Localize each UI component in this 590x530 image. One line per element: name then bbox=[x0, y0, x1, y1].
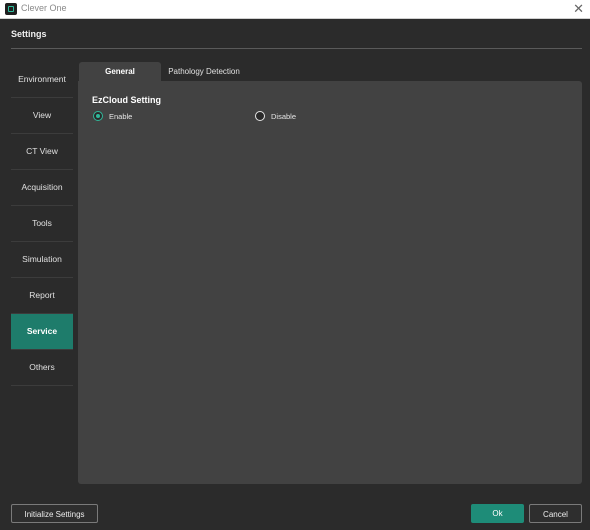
enable-label: Enable bbox=[109, 111, 133, 121]
disable-option[interactable]: Disable bbox=[255, 110, 296, 122]
divider bbox=[11, 48, 582, 49]
enable-radio[interactable] bbox=[93, 111, 103, 121]
ok-button[interactable]: Ok bbox=[471, 504, 524, 523]
tab-general[interactable]: General bbox=[79, 62, 161, 81]
cancel-button[interactable]: Cancel bbox=[529, 504, 582, 523]
disable-label: Disable bbox=[271, 111, 297, 121]
sidebar-item-environment[interactable]: Environment bbox=[11, 62, 73, 98]
settings-panel: EzCloud Setting Enable Disable bbox=[78, 81, 582, 484]
sidebar-item-others[interactable]: Others bbox=[11, 350, 73, 386]
sidebar-item-service[interactable]: Service bbox=[11, 314, 73, 350]
sidebar-item-simulation[interactable]: Simulation bbox=[11, 242, 73, 278]
sidebar-item-tools[interactable]: Tools bbox=[11, 206, 73, 242]
app-icon bbox=[5, 3, 17, 15]
sidebar: Environment View CT View Acquisition Too… bbox=[11, 62, 73, 386]
initialize-settings-button[interactable]: Initialize Settings bbox=[11, 504, 98, 523]
close-icon[interactable]: ✕ bbox=[573, 1, 584, 17]
sidebar-item-ct-view[interactable]: CT View bbox=[11, 134, 73, 170]
ezcloud-setting-title: EzCloud Setting bbox=[92, 95, 161, 105]
sidebar-item-view[interactable]: View bbox=[11, 98, 73, 134]
page-title: Settings bbox=[11, 29, 47, 39]
enable-option[interactable]: Enable bbox=[93, 110, 132, 122]
window-title: Clever One bbox=[21, 3, 67, 13]
disable-radio[interactable] bbox=[255, 111, 265, 121]
title-bar: Clever One ✕ bbox=[0, 0, 590, 19]
sidebar-item-report[interactable]: Report bbox=[11, 278, 73, 314]
sidebar-item-acquisition[interactable]: Acquisition bbox=[11, 170, 73, 206]
tab-pathology-detection[interactable]: Pathology Detection bbox=[165, 62, 243, 81]
